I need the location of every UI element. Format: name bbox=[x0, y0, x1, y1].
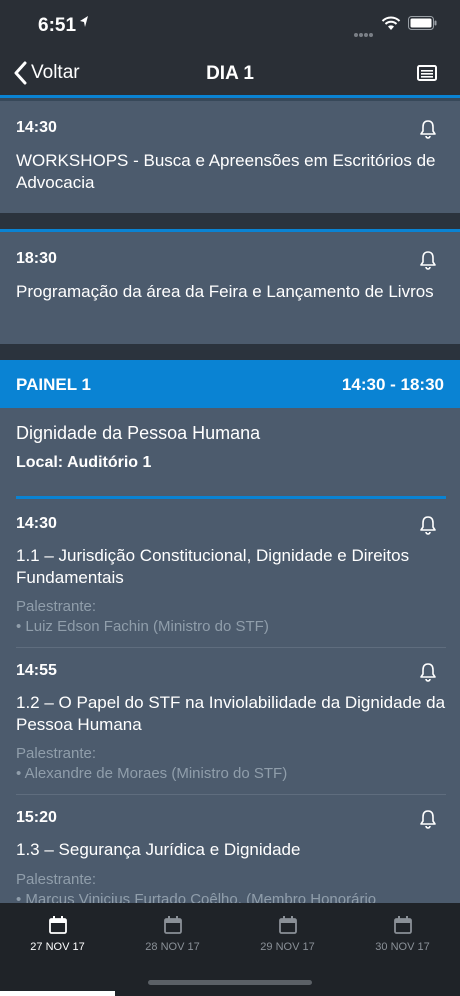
session-time: 14:30 bbox=[16, 515, 57, 532]
event-time: 14:30 bbox=[16, 119, 57, 136]
panel-name: PAINEL 1 bbox=[16, 375, 91, 394]
speaker-label: Palestrante: bbox=[16, 871, 97, 888]
bell-icon[interactable] bbox=[418, 119, 438, 139]
tab-30-nov[interactable]: 30 NOV 17 bbox=[345, 915, 460, 953]
list-icon[interactable] bbox=[417, 65, 437, 81]
event-title: WORKSHOPS - Busca e Apreensões em Escrit… bbox=[16, 151, 436, 192]
bell-icon[interactable] bbox=[418, 250, 438, 270]
calendar-icon bbox=[163, 916, 182, 934]
event-card[interactable]: 14:30 WORKSHOPS - Busca e Apreensões em … bbox=[0, 101, 460, 213]
bell-icon[interactable] bbox=[418, 515, 438, 535]
divider bbox=[0, 213, 460, 229]
panel-body: Dignidade da Pessoa Humana Local: Auditó… bbox=[0, 408, 460, 903]
tab-label: 30 NOV 17 bbox=[375, 941, 430, 953]
status-time: 6:51 bbox=[38, 15, 77, 36]
location-arrow-icon bbox=[80, 16, 88, 27]
tab-27-nov[interactable]: 27 NOV 17 bbox=[0, 915, 115, 953]
panel-time-range: 14:30 - 18:30 bbox=[341, 375, 444, 394]
active-tab-indicator bbox=[0, 991, 115, 996]
battery-icon bbox=[408, 16, 437, 30]
speaker-name: • Marcus Vinicius Furtado Coêlho, (Membr… bbox=[16, 891, 377, 903]
panel-header: PAINEL 1 14:30 - 18:30 bbox=[0, 360, 460, 408]
panel-title: Dignidade da Pessoa Humana bbox=[16, 423, 261, 443]
calendar-icon bbox=[48, 916, 67, 934]
divider bbox=[16, 496, 446, 499]
session-time: 14:55 bbox=[16, 662, 57, 679]
session-item[interactable]: 14:30 1.1 – Jurisdição Constitucional, D… bbox=[0, 515, 460, 650]
bell-icon[interactable] bbox=[418, 809, 438, 829]
session-title: 1.3 – Segurança Jurídica e Dignidade bbox=[16, 840, 301, 859]
speaker-label: Palestrante: bbox=[16, 598, 97, 615]
speaker-name: • Luiz Edson Fachin (Ministro do STF) bbox=[16, 618, 269, 635]
nav-bar: Voltar DIA 1 bbox=[0, 50, 460, 98]
event-card[interactable]: 18:30 Programação da área da Feira e Lan… bbox=[0, 232, 460, 344]
session-item[interactable]: 15:20 1.3 – Segurança Jurídica e Dignida… bbox=[0, 809, 460, 903]
session-title: 1.1 – Jurisdição Constitucional, Dignida… bbox=[16, 546, 410, 587]
schedule-list[interactable]: 14:30 WORKSHOPS - Busca e Apreensões em … bbox=[0, 101, 460, 903]
speaker-name: • Alexandre de Moraes (Ministro do STF) bbox=[16, 765, 288, 782]
divider bbox=[0, 344, 460, 360]
page-title: DIA 1 bbox=[206, 63, 254, 84]
session-title: 1.2 – O Papel do STF na Inviolabilidade … bbox=[16, 693, 446, 734]
speaker-label: Palestrante: bbox=[16, 745, 97, 762]
session-item[interactable]: 14:55 1.2 – O Papel do STF na Inviolabil… bbox=[0, 662, 460, 797]
divider bbox=[16, 794, 446, 795]
signal-icon bbox=[354, 24, 374, 42]
tab-label: 28 NOV 17 bbox=[145, 941, 200, 953]
status-bar: 6:51 bbox=[0, 0, 460, 50]
bell-icon[interactable] bbox=[418, 662, 438, 682]
calendar-icon bbox=[278, 916, 297, 934]
tab-28-nov[interactable]: 28 NOV 17 bbox=[115, 915, 230, 953]
home-indicator bbox=[148, 980, 312, 985]
tab-label: 29 NOV 17 bbox=[260, 941, 315, 953]
session-time: 15:20 bbox=[16, 809, 57, 826]
event-time: 18:30 bbox=[16, 250, 57, 267]
panel-location: Local: Auditório 1 bbox=[16, 454, 152, 471]
tab-29-nov[interactable]: 29 NOV 17 bbox=[230, 915, 345, 953]
event-title: Programação da área da Feira e Lançament… bbox=[16, 282, 434, 301]
calendar-icon bbox=[393, 916, 412, 934]
wifi-icon bbox=[381, 16, 401, 30]
tab-label: 27 NOV 17 bbox=[30, 941, 85, 953]
divider bbox=[16, 647, 446, 648]
